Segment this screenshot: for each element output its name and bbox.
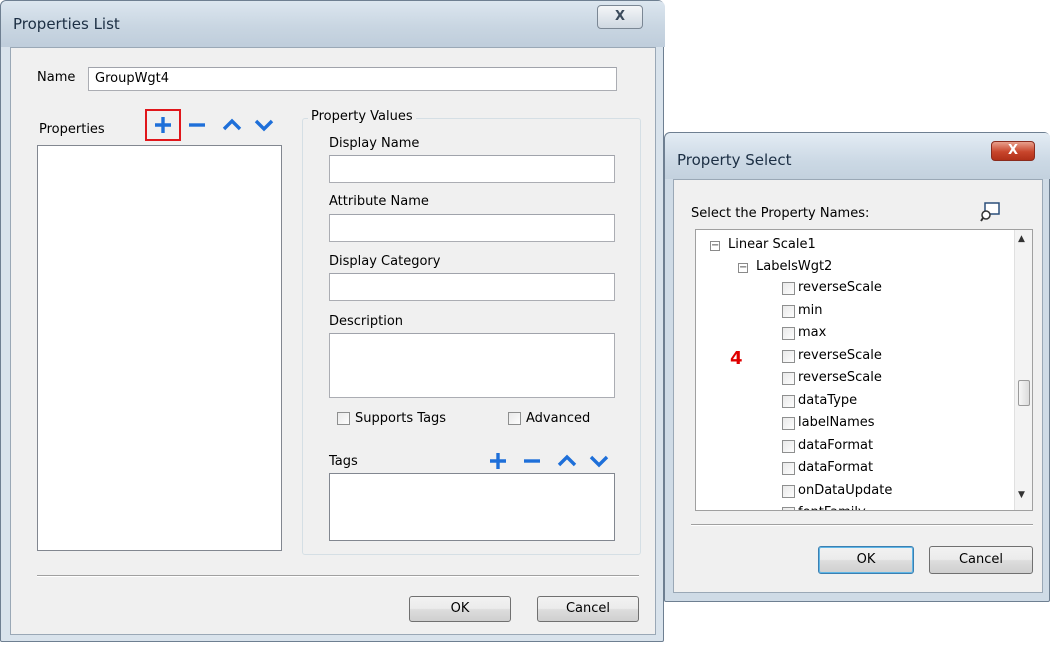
properties-listbox[interactable] — [37, 145, 282, 551]
tree-item-checkbox[interactable] — [782, 304, 795, 318]
window-title: Properties List — [13, 15, 120, 33]
name-input[interactable]: GroupWgt4 — [88, 67, 617, 91]
tree-item-label: reverseScale — [798, 370, 882, 385]
cancel-button[interactable]: Cancel — [929, 546, 1033, 574]
close-button[interactable]: X — [991, 141, 1035, 161]
description-input[interactable] — [329, 333, 615, 398]
tree-item-checkbox[interactable] — [782, 327, 795, 340]
dialog-body: Name GroupWgt4 Properties 3 Property Val… — [10, 47, 656, 635]
tree-item-checkbox[interactable] — [782, 394, 795, 408]
title-bar[interactable]: Properties List X — [1, 1, 665, 47]
tree-item-label: max — [798, 325, 827, 340]
description-label: Description — [329, 314, 404, 329]
attribute-name-input[interactable] — [329, 214, 615, 242]
tree-item-checkbox[interactable] — [782, 417, 795, 430]
tree-item-checkbox[interactable] — [782, 484, 795, 498]
advanced-checkbox[interactable] — [508, 412, 521, 425]
tree-item-label: onDataUpdate — [798, 482, 893, 498]
name-label: Name — [37, 70, 76, 85]
select-prompt-label: Select the Property Names: — [691, 206, 870, 221]
scrollbar[interactable]: ▲ ▼ — [1014, 230, 1032, 510]
tree-item-checkbox[interactable] — [782, 349, 795, 363]
tags-label: Tags — [329, 454, 358, 469]
property-tree[interactable]: − Linear Scale1 − LabelsWgt2 reverseScal… — [695, 229, 1033, 511]
property-values-legend: Property Values — [308, 109, 416, 124]
tree-item-label: dataType — [798, 392, 858, 408]
attribute-name-label: Attribute Name — [329, 194, 429, 209]
properties-label: Properties — [39, 122, 105, 137]
tree-item-label: fontFamily — [798, 502, 866, 510]
tree-item-checkbox[interactable] — [782, 372, 795, 385]
ok-button[interactable]: OK — [818, 546, 914, 574]
supports-tags-label: Supports Tags — [355, 411, 447, 426]
supports-tags-checkbox[interactable] — [337, 412, 350, 425]
move-down-icon[interactable] — [253, 114, 275, 136]
tree-item-label: min — [798, 302, 823, 318]
tags-remove-icon[interactable] — [521, 450, 543, 472]
tree-item-label: labelNames — [798, 415, 875, 430]
advanced-label: Advanced — [526, 411, 591, 426]
tree-item-checkbox[interactable] — [782, 439, 795, 453]
tree-root[interactable]: Linear Scale1 — [728, 234, 816, 256]
scrollbar-thumb[interactable] — [1018, 380, 1030, 406]
tags-move-down-icon[interactable] — [588, 450, 610, 472]
tree-item-label: dataFormat — [798, 460, 874, 475]
display-category-input[interactable] — [329, 273, 615, 301]
separator — [691, 524, 1033, 526]
window-title: Property Select — [677, 151, 792, 169]
display-category-label: Display Category — [329, 254, 441, 269]
property-select-window: Property Select X Select the Property Na… — [664, 132, 1050, 602]
move-up-icon[interactable] — [221, 114, 243, 136]
annotation-4: 4 — [730, 348, 743, 369]
properties-list-window: Properties List X Name GroupWgt4 Propert… — [0, 0, 665, 642]
find-icon[interactable] — [980, 202, 1002, 222]
collapse-icon[interactable]: − — [710, 241, 720, 251]
tree-item-label: reverseScale — [798, 280, 882, 295]
remove-icon[interactable] — [186, 114, 208, 136]
dialog-body: Select the Property Names: − Linear Scal… — [673, 179, 1043, 593]
tree-item-checkbox[interactable] — [782, 462, 795, 475]
collapse-icon[interactable]: − — [738, 263, 748, 273]
cancel-button[interactable]: Cancel — [537, 596, 639, 622]
display-name-input[interactable] — [329, 155, 615, 183]
scroll-down-icon[interactable]: ▼ — [1018, 490, 1025, 500]
tags-add-icon[interactable] — [487, 450, 509, 472]
ok-button[interactable]: OK — [409, 596, 511, 622]
tree-item-checkbox[interactable] — [782, 507, 795, 510]
display-name-label: Display Name — [329, 136, 420, 151]
tree-child[interactable]: LabelsWgt2 — [756, 256, 832, 278]
tags-listbox[interactable] — [329, 473, 615, 541]
close-button[interactable]: X — [597, 5, 643, 29]
tree-item-checkbox[interactable] — [782, 282, 795, 295]
add-icon[interactable] — [152, 114, 174, 136]
scroll-up-icon[interactable]: ▲ — [1018, 234, 1025, 244]
separator — [37, 575, 639, 577]
tree-item-label: reverseScale — [798, 347, 882, 363]
tags-move-up-icon[interactable] — [556, 450, 578, 472]
tree-item-label: dataFormat — [798, 437, 874, 453]
title-bar[interactable]: Property Select X — [665, 133, 1050, 179]
